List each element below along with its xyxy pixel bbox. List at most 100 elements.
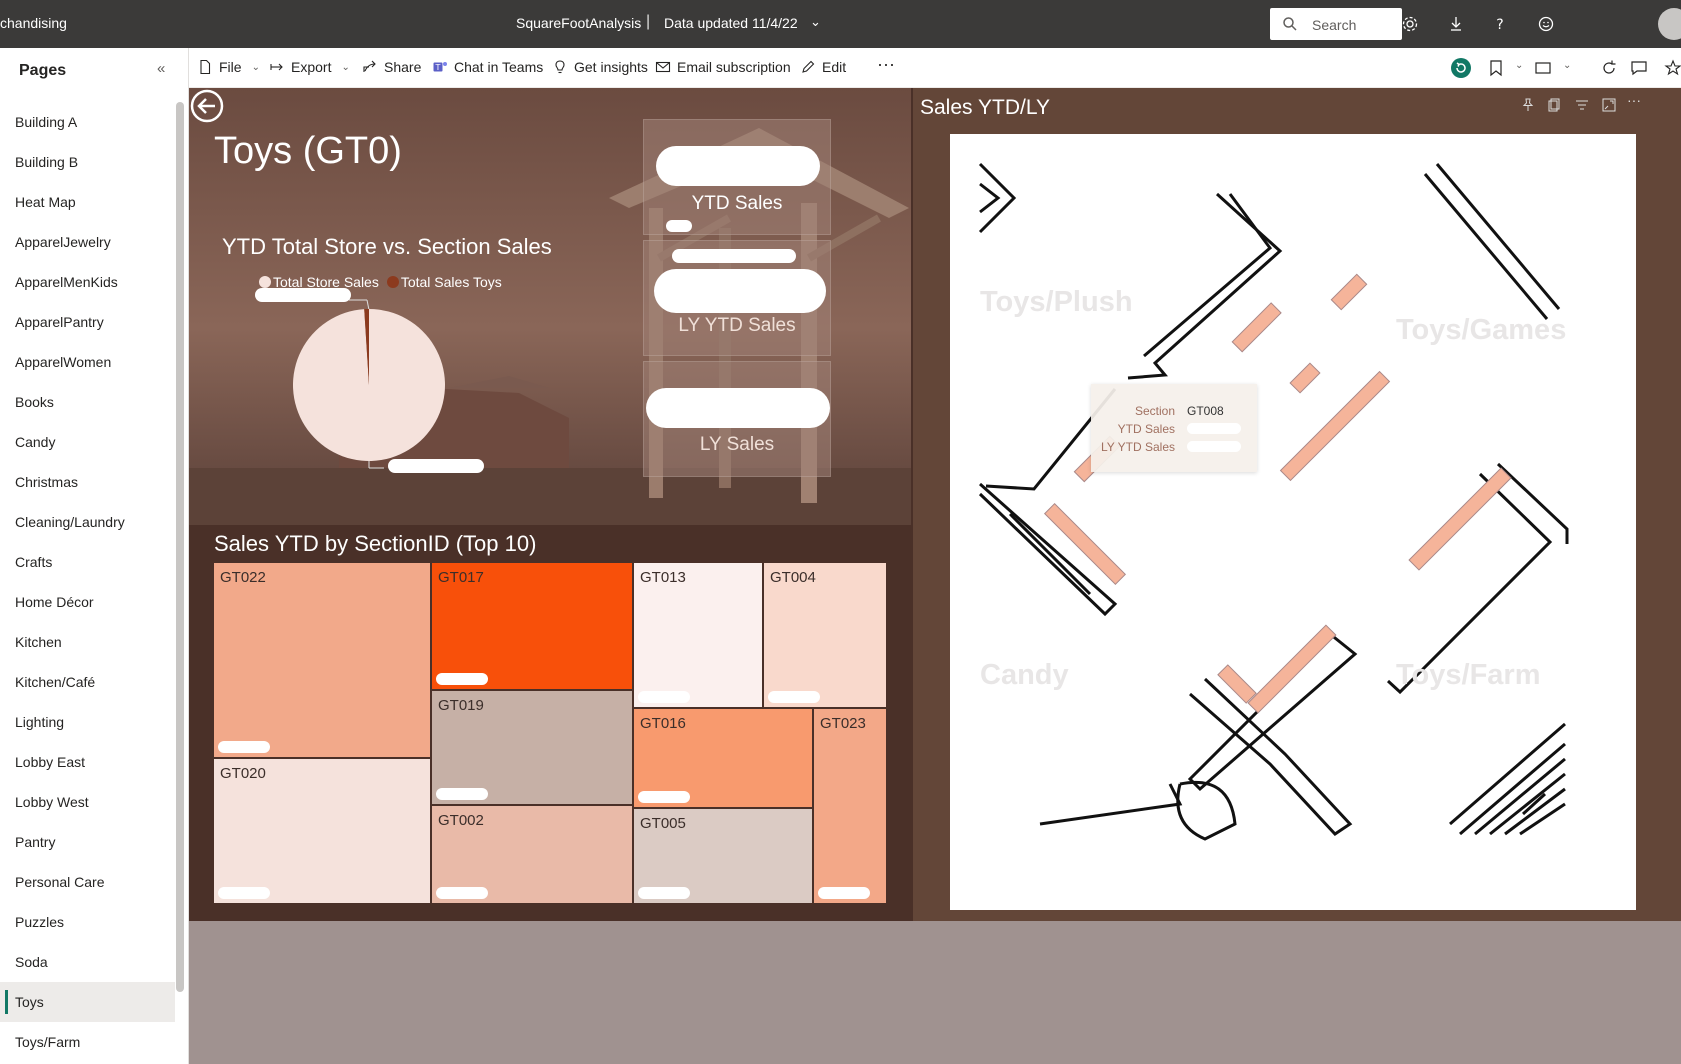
file-menu-button[interactable]: File ⌄ [197,59,260,75]
star-icon[interactable] [1663,58,1681,78]
page-item[interactable]: ApparelWomen [0,342,175,382]
floor-plan[interactable]: Toys/Plush Toys/Games Candy Toys/Farm Se… [950,134,1636,910]
export-icon [270,63,283,71]
page-item[interactable]: Lobby East [0,742,175,782]
pages-scrollbar[interactable] [176,102,184,992]
sales-ytd-ly-visual[interactable]: Sales YTD/LY ··· Toys/Plush Toys/Games C… [913,88,1681,921]
page-item[interactable]: Soda [0,942,175,982]
kpi-label: LY Sales [699,434,775,455]
comment-icon[interactable] [1629,58,1649,78]
filter-icon[interactable] [1575,98,1589,112]
treemap-cell[interactable]: GT022 [213,562,431,758]
email-label: Email subscription [677,59,791,75]
collapse-pane-icon[interactable]: « [157,60,165,77]
chevron-down-icon[interactable]: ⌄ [810,14,821,30]
more-options-icon[interactable]: ··· [1627,92,1641,108]
chevron-down-icon[interactable]: ⌄ [1559,60,1571,71]
page-item[interactable]: Crafts [0,542,175,582]
view-icon[interactable] [1533,58,1553,78]
app-name[interactable]: chandising [0,15,67,31]
title-separator: | [646,13,651,30]
treemap-cell[interactable]: GT004 [763,562,887,708]
treemap-cell[interactable]: GT017 [431,562,633,690]
pie-chart[interactable] [249,288,509,488]
page-item[interactable]: Lobby West [0,782,175,822]
treemap-cell[interactable]: GT013 [633,562,763,708]
treemap-cell-label: GT023 [820,715,866,732]
more-options-button[interactable]: ··· [877,54,895,75]
treemap-cell[interactable]: GT002 [431,805,633,904]
tooltip: Section GT008 YTD Sales LY YTD Sales [1091,384,1257,472]
page-item[interactable]: Lighting [0,702,175,742]
page-item[interactable]: ApparelMenKids [0,262,175,302]
file-icon [200,59,211,75]
data-updated-label[interactable]: Data updated 11/4/22 [664,15,798,31]
kpi-label: LY YTD Sales [678,315,796,336]
treemap-cell[interactable]: GT020 [213,758,431,904]
tooltip-section-value: GT008 [1187,404,1224,418]
chevron-down-icon: ⌄ [341,61,350,73]
get-insights-button[interactable]: Get insights [552,59,648,75]
back-arrow-icon[interactable] [189,88,225,124]
smiley-icon[interactable] [1536,14,1556,34]
page-item[interactable]: Toys [0,982,175,1022]
treemap-cell-label: GT016 [640,715,686,732]
lightbulb-icon [555,60,565,74]
treemap[interactable]: GT022 GT020 GT017 GT019 GT002 GT013 GT00… [213,562,887,904]
tooltip-section-label: Section [1134,404,1175,418]
help-icon[interactable]: ? [1490,14,1510,34]
kpi-card-ly-sales[interactable]: LY Sales [643,361,831,477]
page-item[interactable]: ApparelJewelry [0,222,175,262]
pie-slice-store[interactable] [293,309,446,461]
report-title: SquareFootAnalysis [516,15,642,31]
page-item[interactable]: Candy [0,422,175,462]
refresh-visuals-icon[interactable] [1451,58,1471,78]
page-item[interactable]: Christmas [0,462,175,502]
page-item[interactable]: Kitchen [0,622,175,662]
page-item[interactable]: Puzzles [0,902,175,942]
treemap-title: Sales YTD by SectionID (Top 10) [214,531,537,556]
page-item[interactable]: Cleaning/Laundry [0,502,175,542]
email-subscription-button[interactable]: Email subscription [655,59,791,75]
page-item[interactable]: Pantry [0,822,175,862]
page-item[interactable]: Building A [0,102,175,142]
chevron-down-icon[interactable]: ⌄ [1511,60,1523,71]
search-icon [1283,17,1297,31]
page-item[interactable]: Kitchen/Café [0,662,175,702]
kpi-card-ytd-sales[interactable]: YTD Sales [643,119,831,235]
chat-in-teams-button[interactable]: T Chat in Teams [432,59,543,75]
copy-icon[interactable] [1548,98,1562,112]
treemap-cell[interactable]: GT019 [431,690,633,805]
focus-mode-icon[interactable] [1602,98,1616,112]
avatar[interactable] [1658,8,1681,40]
gear-icon[interactable] [1400,14,1420,34]
page-item[interactable]: ApparelPantry [0,302,175,342]
bell-icon[interactable] [1355,14,1375,34]
redacted-value [1187,441,1241,452]
search-placeholder: Search [1312,17,1357,33]
redacted-value [672,249,796,263]
page-item[interactable]: Heat Map [0,182,175,222]
share-button[interactable]: Share [362,59,421,75]
download-icon[interactable] [1446,14,1466,34]
treemap-cell[interactable]: GT005 [633,808,813,904]
edit-button[interactable]: Edit [800,59,846,75]
zone-label: Toys/Farm [1396,659,1541,691]
treemap-cell[interactable]: GT016 [633,708,813,808]
page-item[interactable]: Toys/Farm [0,1022,175,1062]
kpi-card-ly-ytd-sales[interactable]: LY YTD Sales [643,240,831,356]
export-menu-button[interactable]: Export ⌄ [269,59,350,75]
treemap-cell-label: GT017 [438,569,484,586]
page-item[interactable]: Personal Care [0,862,175,902]
treemap-cell-label: GT005 [640,815,686,832]
bookmark-icon[interactable] [1486,58,1506,78]
page-item[interactable]: Books [0,382,175,422]
page-item[interactable]: Building B [0,142,175,182]
pin-icon[interactable] [1521,98,1535,112]
reload-icon[interactable] [1599,58,1619,78]
top-bar: chandising SquareFootAnalysis | Data upd… [0,0,1681,48]
treemap-cell[interactable]: GT023 [813,708,887,904]
treemap-cell-label: GT020 [220,765,266,782]
page-item[interactable]: Home Décor [0,582,175,622]
search-input[interactable]: Search [1270,8,1402,40]
